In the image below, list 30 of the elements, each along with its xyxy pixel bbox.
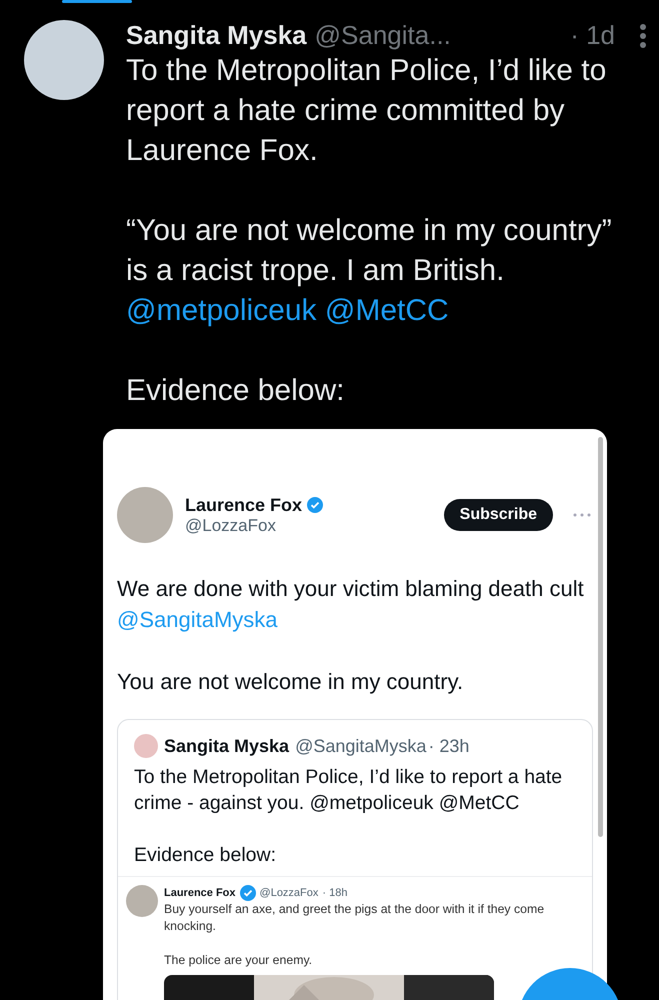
- tweet-text: Evidence below:: [134, 843, 278, 868]
- tab-indicator: [62, 0, 132, 3]
- author-handle: @LozzaFox: [185, 516, 277, 536]
- mention-link[interactable]: @MetCC: [438, 792, 520, 814]
- author-name: Sangita Myska: [164, 736, 290, 756]
- tweet-text: You are not welcome in my country.: [117, 668, 464, 696]
- author-name[interactable]: Sangita Myska: [126, 20, 307, 51]
- more-options-icon: [573, 513, 591, 517]
- tweet-text: “You are not welcome in my country” is a racist trope. I am British. @metpoliceuk @MetCC: [126, 213, 613, 329]
- mention-link[interactable]: @metpoliceuk: [310, 792, 434, 814]
- tweet-text: Buy yourself an axe, and greet the pigs at the door with it if they come knocking.: [164, 901, 546, 935]
- subscribe-button[interactable]: Subscribe: [444, 499, 553, 531]
- avatar: [134, 734, 158, 758]
- author-name: Laurence Fox: [164, 887, 236, 899]
- tweet-text: To the Metropolitan Police, I’d like to report a hate crime committed by Laurence Fox.: [126, 53, 608, 169]
- post-time: · 23h: [428, 736, 470, 756]
- author-handle: @LozzaFox: [260, 887, 318, 899]
- avatar: [126, 885, 158, 917]
- author-handle[interactable]: @Sangita...: [314, 20, 451, 51]
- post-time: · 18h: [322, 887, 348, 899]
- mention-link[interactable]: @metpoliceuk: [126, 294, 317, 327]
- tweet-text: Evidence below:: [126, 373, 346, 409]
- tweet-text: We are done with your victim blaming death cult @SangitaMyska: [117, 575, 585, 634]
- tweet-text: To the Metropolitan Police, I’d like to report a hate crime - against you. @metpoliceuk @MetCC: [134, 765, 564, 816]
- author-name: Laurence Fox: [185, 494, 302, 516]
- mention-link[interactable]: @MetCC: [324, 294, 449, 327]
- more-options-icon[interactable]: [639, 22, 647, 48]
- post-time: · 1d: [570, 20, 615, 51]
- author-handle: @SangitaMyska: [295, 736, 426, 756]
- tweet-text: The police are your enemy.: [164, 952, 314, 969]
